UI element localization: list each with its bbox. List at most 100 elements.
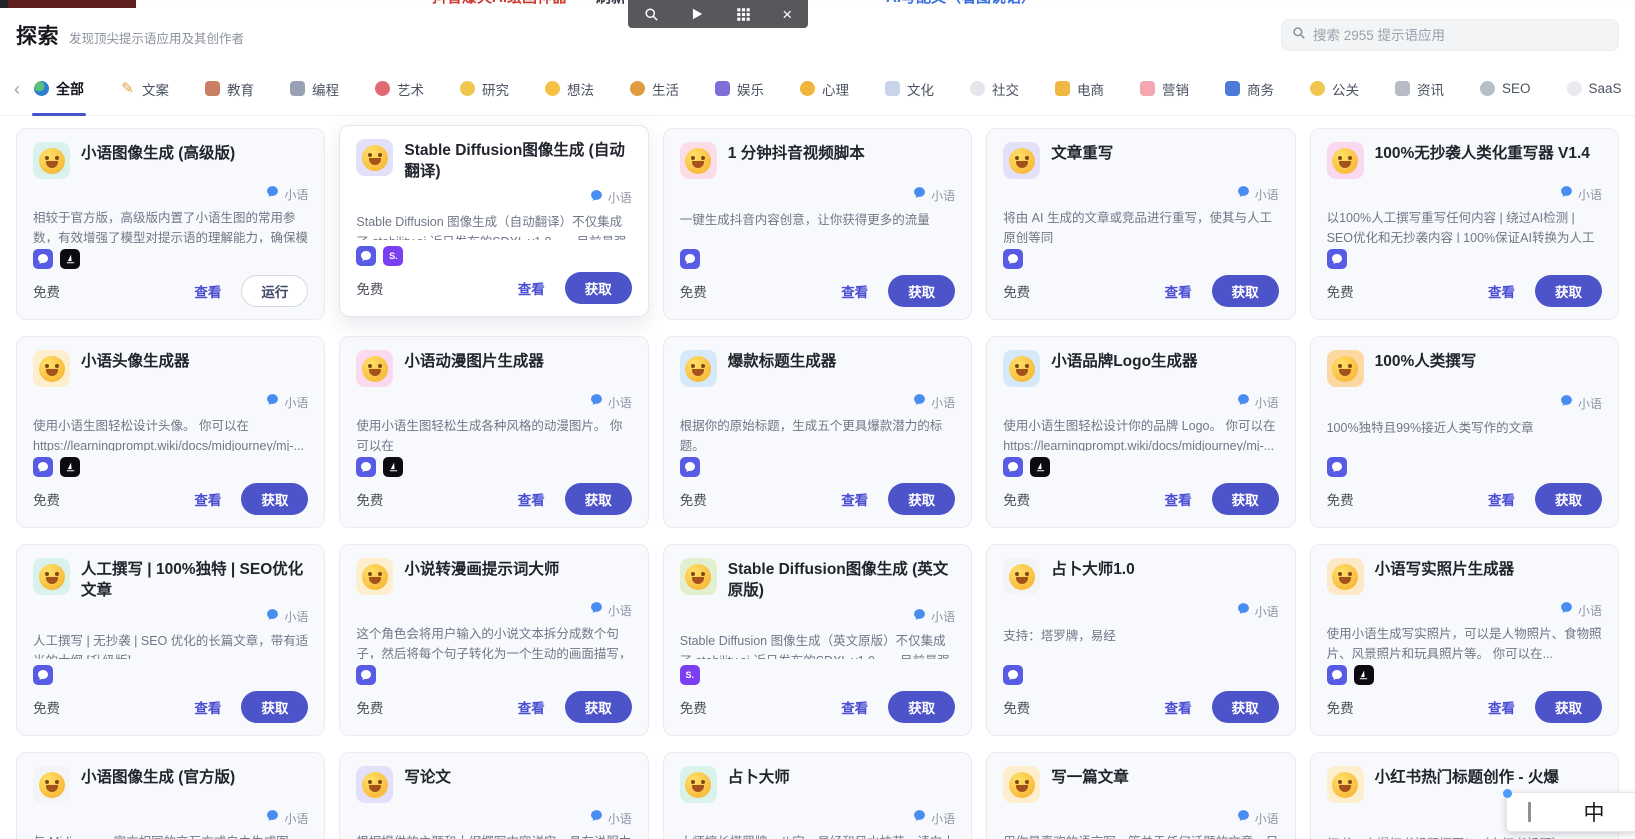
grid-icon[interactable] bbox=[736, 7, 751, 22]
author-row[interactable]: 小语 bbox=[356, 189, 632, 206]
author-row[interactable]: 小语 bbox=[33, 186, 308, 202]
view-link[interactable]: 查看 bbox=[518, 278, 545, 298]
app-card[interactable]: 100%无抄袭人类化重写器 V1.4 小语 以100%人工撰写重写任何内容 | … bbox=[1309, 128, 1619, 320]
view-link[interactable]: 查看 bbox=[1488, 281, 1515, 301]
get-button[interactable]: 获取 bbox=[1211, 275, 1279, 307]
card-header: 小语图像生成 (官方版) bbox=[33, 766, 308, 803]
author-row[interactable]: 小语 bbox=[680, 608, 955, 625]
card-header: 小语写实照片生成器 bbox=[1326, 558, 1602, 595]
play-icon[interactable] bbox=[690, 7, 704, 21]
author-row[interactable]: 小语 bbox=[1003, 810, 1279, 826]
author-row[interactable]: 小语 bbox=[680, 394, 955, 410]
get-button[interactable]: 获取 bbox=[1534, 483, 1602, 515]
tab-社交[interactable]: 社交 bbox=[970, 62, 1019, 116]
tab-资讯[interactable]: 资讯 bbox=[1395, 62, 1444, 116]
view-link[interactable]: 查看 bbox=[1488, 489, 1515, 509]
view-link[interactable]: 查看 bbox=[518, 489, 545, 509]
tab-研究[interactable]: 研究 bbox=[460, 62, 509, 116]
tab-商务[interactable]: 商务 bbox=[1225, 62, 1274, 116]
chevron-left-icon[interactable]: ‹ bbox=[14, 80, 20, 98]
cutoff-text-fragment: 抖音爆火AI绘画神器 bbox=[432, 0, 567, 8]
get-button[interactable]: 获取 bbox=[888, 275, 956, 307]
app-card[interactable]: 占卜大师 小语 大师擅长塔罗牌，八字，易经和风水技艺，请向大师请... 免费 查… bbox=[662, 752, 973, 839]
view-link[interactable]: 查看 bbox=[194, 281, 221, 301]
get-button[interactable]: 获取 bbox=[241, 691, 309, 723]
view-link[interactable]: 查看 bbox=[1165, 281, 1192, 301]
app-card[interactable]: 小语动漫图片生成器 小语 使用小语生图轻松生成各种风格的动漫图片。 你可以在 h… bbox=[339, 336, 649, 528]
tab-公关[interactable]: 公关 bbox=[1310, 62, 1359, 116]
tab-娱乐[interactable]: 娱乐 bbox=[715, 62, 764, 116]
app-card[interactable]: 小语图像生成 (官方版) 小语 与 Midjourney 官方相同的交互方式自由… bbox=[16, 752, 326, 839]
search-box[interactable] bbox=[1281, 19, 1619, 51]
author-row[interactable]: 小语 bbox=[1327, 186, 1602, 202]
tab-艺术[interactable]: 艺术 bbox=[375, 62, 424, 116]
tab-文案[interactable]: ✎ 文案 bbox=[120, 62, 169, 116]
author-row[interactable]: 小语 bbox=[33, 394, 308, 410]
tab-生活[interactable]: 生活 bbox=[630, 62, 679, 116]
ime-mode-label[interactable]: 中 bbox=[1551, 797, 1635, 827]
get-button[interactable]: 获取 bbox=[1211, 691, 1279, 723]
app-card[interactable]: 小语品牌Logo生成器 小语 使用小语生图轻松设计你的品牌 Logo。 你可以在… bbox=[986, 336, 1296, 528]
app-card[interactable]: 小语图像生成 (高级版) 小语 相较于官方版，高级版内置了小语生图的常用参数，有… bbox=[16, 128, 326, 320]
get-button[interactable]: 获取 bbox=[564, 272, 632, 304]
author-row[interactable]: 小语 bbox=[33, 810, 308, 826]
tab-SaaS[interactable]: SaaS bbox=[1566, 62, 1622, 116]
author-row[interactable]: 小语 bbox=[680, 810, 955, 826]
view-link[interactable]: 查看 bbox=[194, 489, 221, 509]
app-card[interactable]: 小语头像生成器 小语 使用小语生图轻松设计头像。 你可以在 https://le… bbox=[16, 336, 326, 528]
view-link[interactable]: 查看 bbox=[194, 697, 221, 717]
app-card[interactable]: 占卜大师1.0 小语 支持：塔罗牌，易经 免费 查看 获取 bbox=[986, 544, 1296, 736]
close-icon[interactable]: × bbox=[782, 6, 792, 23]
ime-indicator[interactable]: 中 bbox=[1503, 789, 1635, 832]
app-card[interactable]: 爆款标题生成器 小语 根据你的原始标题，生成五个更具爆款潜力的标题。 免费 查看… bbox=[662, 336, 973, 528]
get-button[interactable]: 获取 bbox=[241, 483, 309, 515]
app-card[interactable]: 文章重写 小语 将由 AI 生成的文章或竞品进行重写，使其与人工原创等同 免费 … bbox=[986, 128, 1296, 320]
app-card[interactable]: 100%人类撰写 小语 100%独特且99%接近人类写作的文章 免费 查看 获取 bbox=[1309, 336, 1619, 528]
app-card[interactable]: Stable Diffusion图像生成 (英文原版) 小语 Stable Di… bbox=[662, 544, 973, 736]
app-card[interactable]: Stable Diffusion图像生成 (自动翻译) 小语 Stable Di… bbox=[339, 125, 649, 317]
app-card[interactable]: 小语写实照片生成器 小语 使用小语生成写实照片，可以是人物照片、食物照片、风景照… bbox=[1309, 544, 1619, 736]
view-link[interactable]: 查看 bbox=[1165, 697, 1192, 717]
run-button[interactable]: 运行 bbox=[241, 275, 309, 307]
author-row[interactable]: 小语 bbox=[1327, 602, 1602, 618]
app-card[interactable]: 写论文 小语 根据提供的主题和大纲撰写内容详实、具有说服力的论... 免费 查看… bbox=[339, 752, 649, 839]
tab-电商[interactable]: 电商 bbox=[1055, 62, 1104, 116]
view-link[interactable]: 查看 bbox=[841, 697, 868, 717]
author-row[interactable]: 小语 bbox=[356, 810, 632, 826]
tab-想法[interactable]: 想法 bbox=[545, 62, 594, 116]
view-link[interactable]: 查看 bbox=[1165, 489, 1192, 509]
tab-文化[interactable]: 文化 bbox=[885, 62, 934, 116]
author-row[interactable]: 小语 bbox=[356, 602, 632, 618]
search-icon[interactable] bbox=[644, 7, 659, 22]
search-input[interactable] bbox=[1313, 27, 1608, 43]
get-button[interactable]: 获取 bbox=[1211, 483, 1279, 515]
tab-心理[interactable]: 心理 bbox=[800, 62, 849, 116]
tab-编程[interactable]: 编程 bbox=[290, 62, 339, 116]
author-row[interactable]: 小语 bbox=[1003, 602, 1279, 620]
tab-全部[interactable]: 全部 bbox=[32, 62, 86, 116]
author-row[interactable]: 小语 bbox=[356, 394, 632, 410]
get-button[interactable]: 获取 bbox=[564, 691, 632, 723]
app-card[interactable]: 写一篇文章 小语 用你最喜欢的语言写一篇关于任何话题的文章，只需写... 免费 … bbox=[986, 752, 1296, 839]
get-button[interactable]: 获取 bbox=[564, 483, 632, 515]
tab-教育[interactable]: 教育 bbox=[205, 62, 254, 116]
author-row[interactable]: 小语 bbox=[1327, 394, 1602, 412]
author-row[interactable]: 小语 bbox=[680, 186, 955, 204]
app-card[interactable]: 1 分钟抖音视频脚本 小语 一键生成抖音内容创意，让你获得更多的流量 免费 查看… bbox=[662, 128, 973, 320]
author-row[interactable]: 小语 bbox=[1003, 186, 1279, 202]
view-link[interactable]: 查看 bbox=[841, 489, 868, 509]
get-button[interactable]: 获取 bbox=[1534, 691, 1602, 723]
view-link[interactable]: 查看 bbox=[518, 697, 545, 717]
author-row[interactable]: 小语 bbox=[33, 608, 308, 625]
view-link[interactable]: 查看 bbox=[1488, 697, 1515, 717]
app-card[interactable]: 人工撰写 | 100%独特 | SEO优化文章 小语 人工撰写 | 无抄袭 | … bbox=[16, 544, 326, 736]
author-row[interactable]: 小语 bbox=[1003, 394, 1279, 410]
view-link[interactable]: 查看 bbox=[841, 281, 868, 301]
get-button[interactable]: 获取 bbox=[888, 691, 956, 723]
get-button[interactable]: 获取 bbox=[888, 483, 956, 515]
app-card[interactable]: 小说转漫画提示词大师 小语 这个角色会将用户输入的小说文本拆分成数个句子，然后将… bbox=[339, 544, 649, 736]
tab-营销[interactable]: 营销 bbox=[1140, 62, 1189, 116]
tab-SEO[interactable]: SEO bbox=[1480, 62, 1531, 116]
get-button[interactable]: 获取 bbox=[1534, 275, 1602, 307]
page-root: 抖音爆火AI绘画神器 刷新 AI写配文（看图说话） × 探索 发现顶尖提示语应用及其… bbox=[0, 0, 1635, 839]
